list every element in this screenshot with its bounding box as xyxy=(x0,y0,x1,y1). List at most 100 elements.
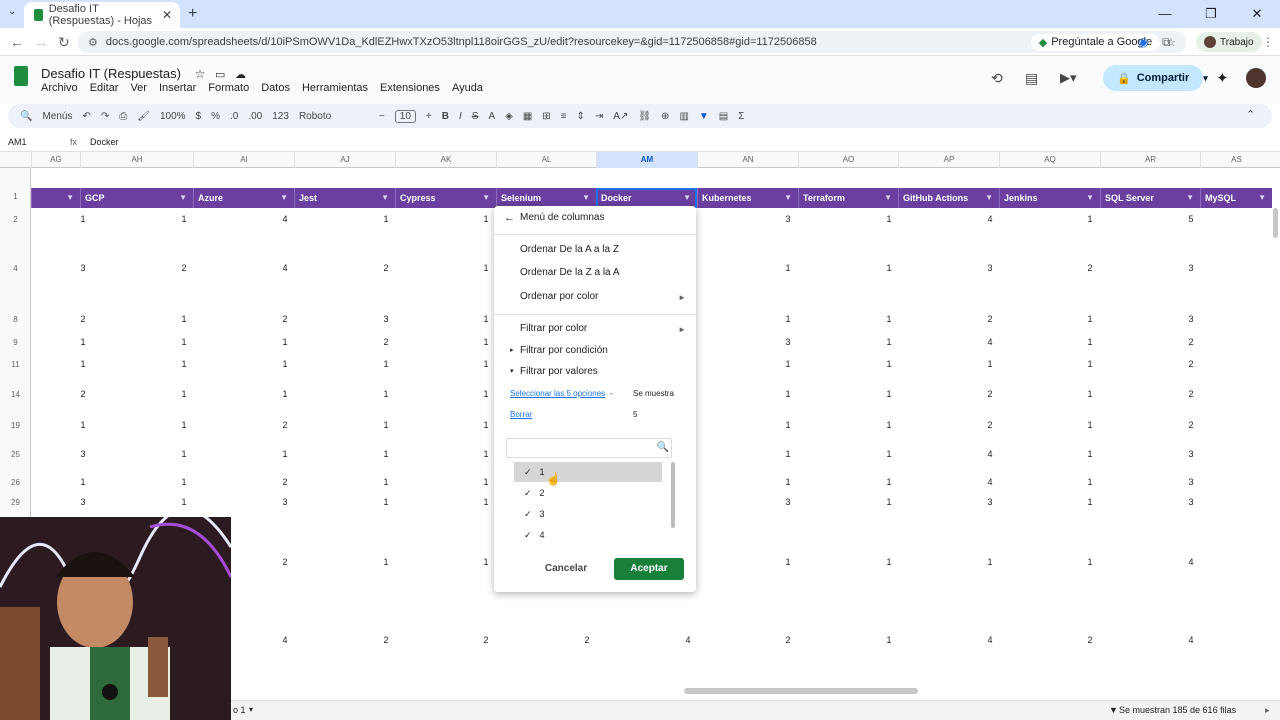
link-icon[interactable]: ⛓ xyxy=(638,111,651,122)
table-cell[interactable]: 1 xyxy=(1080,337,1100,347)
value-option[interactable]: ✓ 3 xyxy=(514,504,662,524)
table-cell[interactable]: 4 xyxy=(275,214,295,224)
borders-icon[interactable]: ▦ xyxy=(523,111,532,122)
font-select[interactable]: Roboto xyxy=(299,111,369,122)
zoom-select[interactable]: 100% xyxy=(160,111,186,122)
table-cell[interactable]: 1 xyxy=(376,557,396,567)
table-cell[interactable]: 3 xyxy=(1181,477,1201,487)
table-cell[interactable]: 3 xyxy=(778,337,798,347)
table-cell[interactable]: 1 xyxy=(879,263,899,273)
values-search-input[interactable]: 🔍 xyxy=(506,438,672,458)
bold-icon[interactable]: B xyxy=(442,111,449,122)
table-cell[interactable]: 1 xyxy=(174,359,194,369)
meet-icon[interactable]: ▶▾ xyxy=(1060,70,1077,86)
header-cell[interactable]: Jest ▼ xyxy=(294,188,395,208)
table-cell[interactable]: 1 xyxy=(73,214,93,224)
increase-decimal[interactable]: .00 xyxy=(248,111,262,122)
functions-icon[interactable]: Σ xyxy=(738,111,744,122)
table-cell[interactable]: 4 xyxy=(275,263,295,273)
comments-icon[interactable]: ▤ xyxy=(1025,70,1038,87)
table-cell[interactable]: 2 xyxy=(376,337,396,347)
text-color-icon[interactable]: A xyxy=(488,111,495,122)
sort-by-color-item[interactable]: Ordenar por color xyxy=(520,291,598,302)
filter-icon[interactable]: ▼ xyxy=(699,111,709,122)
vertical-align-icon[interactable]: ⇕ xyxy=(577,111,585,122)
table-cell[interactable]: 2 xyxy=(980,420,1000,430)
table-cell[interactable]: 2 xyxy=(73,389,93,399)
menu-archivo[interactable]: Archivo xyxy=(41,82,78,94)
more-formats[interactable]: 123 xyxy=(272,111,289,122)
header-cell[interactable]: Kubernetes ▼ xyxy=(697,188,798,208)
filter-dropdown-icon[interactable]: ▼ xyxy=(1086,188,1094,208)
table-cell[interactable]: 2 xyxy=(275,314,295,324)
table-cell[interactable]: 4 xyxy=(980,337,1000,347)
sort-a-z-item[interactable]: Ordenar De la A a la Z xyxy=(520,244,619,255)
table-cell[interactable]: 5 xyxy=(1181,214,1201,224)
table-cell[interactable]: 2 xyxy=(980,314,1000,324)
table-cell[interactable]: 1 xyxy=(1080,477,1100,487)
header-cell[interactable]: GitHub Actions ▼ xyxy=(898,188,999,208)
header-cell[interactable]: GCP ▼ xyxy=(80,188,193,208)
table-cell[interactable]: 1 xyxy=(376,214,396,224)
table-cell[interactable]: 1 xyxy=(980,557,1000,567)
filter-dropdown-icon[interactable]: ▼ xyxy=(582,188,590,208)
table-cell[interactable]: 1 xyxy=(879,497,899,507)
table-cell[interactable]: 1 xyxy=(376,449,396,459)
table-cell[interactable]: 1 xyxy=(778,449,798,459)
table-cell[interactable]: 3 xyxy=(73,263,93,273)
strikethrough-icon[interactable]: S xyxy=(472,111,479,122)
table-cell[interactable]: 2 xyxy=(1181,420,1201,430)
extensions-puzzle-icon[interactable]: ⧉ xyxy=(1162,35,1171,50)
text-wrap-icon[interactable]: ⇥ xyxy=(595,111,603,122)
row-number[interactable]: 29 xyxy=(0,498,31,507)
new-tab-icon[interactable]: + xyxy=(188,5,197,23)
close-tab-icon[interactable]: ✕ xyxy=(162,8,172,22)
browser-tab[interactable]: Desafio IT (Respuestas) - Hojas ✕ xyxy=(24,2,180,28)
sheet-tab[interactable]: o 1 xyxy=(233,705,246,715)
browser-menu-icon[interactable]: ⋮ xyxy=(1262,35,1274,49)
row-number[interactable]: 11 xyxy=(0,360,31,369)
horizontal-scrollbar[interactable] xyxy=(684,688,918,694)
formula-input[interactable]: Docker xyxy=(90,137,119,147)
header-cell[interactable]: SQL Server ▼ xyxy=(1100,188,1200,208)
table-cell[interactable]: 1 xyxy=(879,359,899,369)
collapse-toolbar-icon[interactable]: ⌃ xyxy=(1246,108,1255,121)
menu-ver[interactable]: Ver xyxy=(130,82,147,94)
filter-dropdown-icon[interactable]: ▼ xyxy=(1186,188,1194,208)
tab-list-chevron-icon[interactable]: ⌄ xyxy=(8,6,16,17)
table-cell[interactable]: 3 xyxy=(73,449,93,459)
address-bar[interactable]: ⚙ docs.google.com/spreadsheets/d/10iPSmO… xyxy=(78,31,1186,53)
value-option[interactable]: ✓ 2 xyxy=(514,483,662,503)
table-cell[interactable]: 1 xyxy=(376,477,396,487)
table-cell[interactable]: 1 xyxy=(476,359,496,369)
table-cell[interactable]: 1 xyxy=(476,449,496,459)
table-cell[interactable]: 1 xyxy=(1080,557,1100,567)
row-number[interactable]: 8 xyxy=(0,315,31,324)
column-header-aj[interactable]: AJ xyxy=(294,152,395,168)
menu-herramientas[interactable]: Herramientas xyxy=(302,82,368,94)
table-cell[interactable]: 2 xyxy=(376,263,396,273)
table-cell[interactable]: 4 xyxy=(980,214,1000,224)
table-cell[interactable]: 1 xyxy=(476,389,496,399)
filter-by-condition-item[interactable]: Filtrar por condición xyxy=(520,345,608,356)
restore-icon[interactable]: ❐ xyxy=(1188,0,1234,28)
table-cell[interactable]: 1 xyxy=(73,420,93,430)
table-cell[interactable]: 1 xyxy=(174,420,194,430)
table-cell[interactable]: 3 xyxy=(376,314,396,324)
back-arrow-icon[interactable]: ← xyxy=(504,212,515,224)
value-option[interactable]: ✓ 4 xyxy=(514,525,662,545)
column-header-ap[interactable]: AP xyxy=(898,152,999,168)
italic-icon[interactable]: I xyxy=(459,111,462,122)
filter-dropdown-icon[interactable]: ▼ xyxy=(381,188,389,208)
header-cell[interactable]: MySQL ▼ xyxy=(1200,188,1272,208)
history-icon[interactable]: ⟲ xyxy=(991,70,1003,87)
table-cell[interactable]: 1 xyxy=(879,214,899,224)
expand-values-icon[interactable]: ▾ xyxy=(510,367,514,375)
share-dropdown-icon[interactable]: ▾ xyxy=(1203,73,1208,84)
table-cell[interactable]: 1 xyxy=(376,389,396,399)
filter-dropdown-icon[interactable]: ▼ xyxy=(66,188,74,208)
header-cell[interactable]: Terraform ▼ xyxy=(798,188,898,208)
table-cell[interactable]: 1 xyxy=(476,497,496,507)
table-cell[interactable]: 2 xyxy=(1080,263,1100,273)
table-cell[interactable]: 1 xyxy=(879,557,899,567)
